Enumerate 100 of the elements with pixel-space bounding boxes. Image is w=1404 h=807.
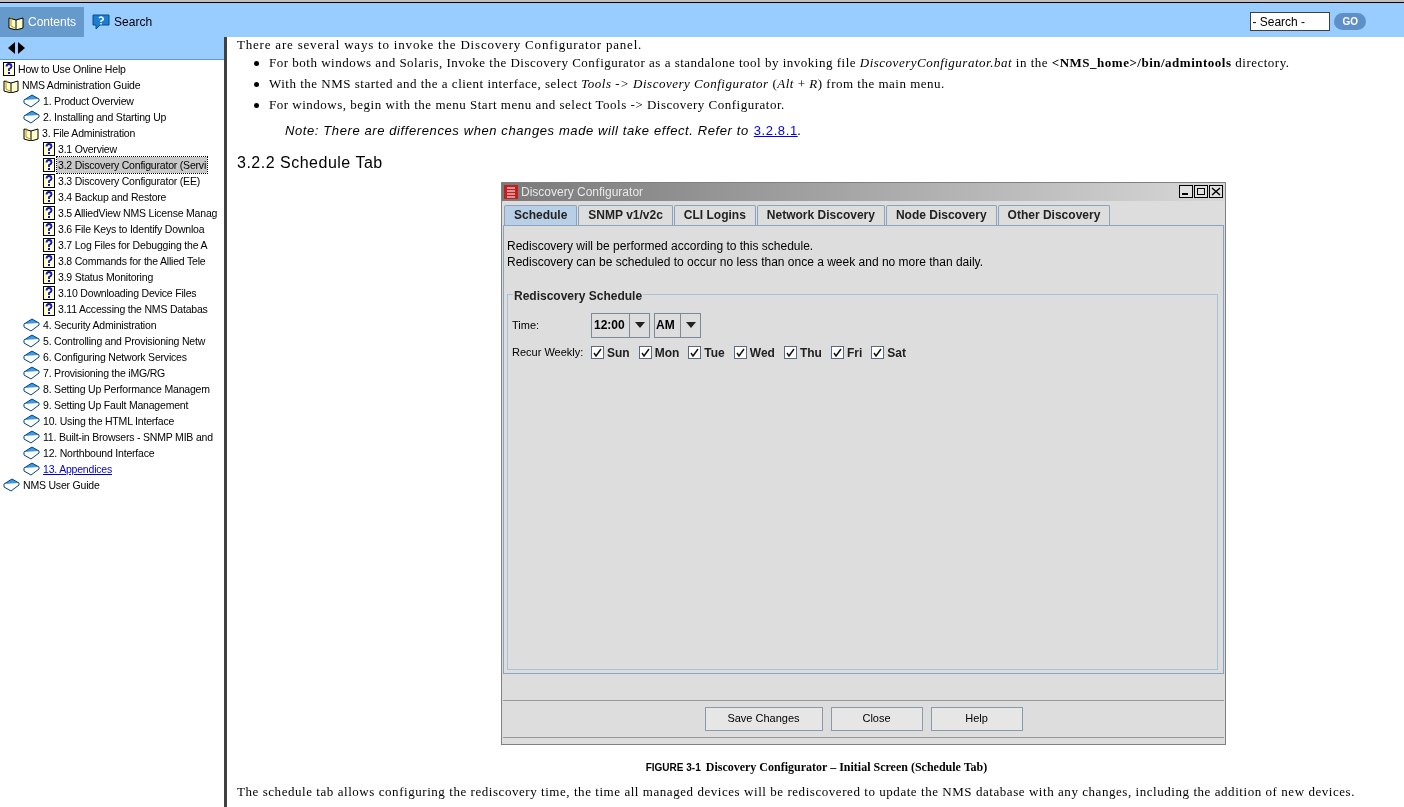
day-label: Tue [704,344,725,362]
tree-item[interactable]: How to Use Online Help [17,61,127,77]
tree-item[interactable]: 3.2 Discovery Configurator (Servi [57,157,208,173]
tree-item[interactable]: 8. Setting Up Performance Managem [42,381,211,397]
book-icon [23,350,40,364]
tree-item[interactable]: 3.6 File Keys to Identify Downloa [57,221,206,237]
tree-item[interactable]: 10. Using the HTML Interface [42,413,176,429]
figure-caption: Discovery Configurator – Initial Screen (Schedule Tab) [705,759,988,774]
tree-item[interactable]: 11. Built-in Browsers - SNMP MIB and [42,429,214,445]
help-page-icon [43,302,55,316]
tree-item[interactable]: 3.9 Status Monitoring [57,269,155,285]
ampm-dropdown[interactable]: AM [654,312,701,338]
description-text: Rediscovery can be scheduled to occur no less than once a week and no more than daily. [507,253,985,270]
day-checkbox[interactable] [638,346,652,359]
tree-item[interactable]: 6. Configuring Network Services [42,349,188,365]
dialog-tab[interactable]: Other Discovery [997,204,1111,225]
note-period: . [797,123,802,138]
book-icon [23,94,40,108]
tree-item[interactable]: 2. Installing and Starting Up [42,109,168,125]
day-label: Sat [887,344,906,362]
day-checkbox[interactable] [688,346,702,359]
day-label: Sun [607,344,630,362]
tree-item[interactable]: 3.3 Discovery Configurator (EE) [57,173,202,189]
book-icon [23,334,40,348]
book-icon [23,398,40,412]
section-link[interactable]: 3.2.8.1 [753,123,798,138]
bullet-icon [254,103,259,108]
day-checkbox[interactable] [871,346,885,359]
book-icon [23,382,40,396]
tree-item[interactable]: 12. Northbound Interface [42,445,156,461]
forward-arrow-icon[interactable] [18,42,25,54]
dialog-button[interactable]: Close [830,706,923,731]
day-label: Mon [654,344,680,362]
bullet-icon [254,61,259,66]
bullet-icon [254,82,259,87]
day-checkbox[interactable] [733,346,747,359]
tree-item[interactable]: 3.11 Accessing the NMS Databas [57,301,209,317]
help-page-icon [43,222,55,236]
check-icon [690,348,700,357]
tree-item[interactable]: 1. Product Overview [42,93,135,109]
check-icon [785,348,795,357]
tree-item[interactable]: 3.7 Log Files for Debugging the A [57,237,209,253]
dialog-tab[interactable]: Schedule [504,204,578,225]
help-page-icon [43,174,55,188]
tree-item[interactable]: 3.8 Commands for the Allied Tele [57,253,207,269]
tree-item[interactable]: 7. Provisioning the iMG/RG [42,365,166,381]
description-text: Rediscovery will be performed according to this schedule. [507,237,815,254]
tree-item[interactable]: 13. Appendices [42,461,113,477]
panel-tab[interactable]: Search [84,7,161,37]
dialog-tab[interactable]: Node Discovery [885,204,997,225]
time-dropdown[interactable]: 12:00 [591,312,650,338]
tree-item[interactable]: 3.1 Overview [57,141,118,157]
tree-item[interactable]: 3.5 AlliedView NMS License Manag [57,205,219,221]
tree-item[interactable]: 3.4 Backup and Restore [57,189,168,205]
dialog-button[interactable]: Help [930,706,1023,731]
check-icon [640,348,650,357]
book-icon [23,366,40,380]
open-book-icon [23,125,39,141]
day-label: Wed [749,344,775,362]
help-page-icon [43,190,55,204]
help-page-icon [43,206,55,220]
day-label: Fri [846,344,863,362]
book-icon [23,446,40,460]
caret-icon [685,322,696,328]
check-icon [593,348,602,357]
body-paragraph: The schedule tab allows configuring the rediscovery time, the time all managed devices will be rediscovered to update the NMS database with any changes, including the addition of new devices. [237,782,1356,801]
tree-item[interactable]: NMS Administration Guide [21,77,142,93]
search-field[interactable]: - Search - [1250,12,1331,31]
day-checkbox[interactable] [591,346,604,359]
intro-text: There are several ways to invoke the Discovery Configurator panel. [237,38,644,51]
back-arrow-icon[interactable] [8,42,15,54]
book-icon [3,478,20,492]
section-heading: 3.2.2 Schedule Tab [237,152,384,173]
tree-item[interactable]: NMS User Guide [22,477,101,493]
tree-item[interactable]: 3.10 Downloading Device Files [57,285,198,301]
book-icon [23,430,40,444]
dialog-tab[interactable]: Network Discovery [756,204,885,225]
book-icon [23,110,40,124]
close-icon[interactable] [1209,185,1223,198]
bullet-text: With the NMS started and the a client interface, select Tools -> Discovery Configurator (Alt + R) from the main menu. [269,75,945,92]
day-checkbox[interactable] [830,346,844,359]
dialog-button[interactable]: Save Changes [704,706,823,731]
maximize-icon[interactable] [1194,185,1208,198]
open-book-icon [8,14,24,30]
book-icon [23,414,40,428]
day-checkbox[interactable] [783,346,797,359]
tree-item[interactable]: 4. Security Administration [42,317,158,333]
app-icon [504,184,518,199]
minimize-icon[interactable] [1179,185,1193,198]
dialog-tab[interactable]: CLI Logins [673,204,756,225]
tree-item[interactable]: 3. File Administration [41,125,137,141]
dialog-tab[interactable]: SNMP v1/v2c [578,204,673,225]
help-page-icon [43,238,55,252]
tree-item[interactable]: 5. Controlling and Provisioning Netw [42,333,207,349]
note-text: Note: There are differences when changes made will take effect. Refer to [285,122,749,140]
figure-label: FIGURE 3-1 [645,761,701,773]
dialog-title: Discovery Configurator [521,183,644,201]
bullet-text: For both windows and Solaris, Invoke the Discovery Configurator as a standalone tool by invoking file DiscoveryConfigurator.bat in the <NMS_home>/bin/admintools directory. [269,54,1290,71]
help-page-icon [43,286,55,300]
tree-item[interactable]: 9. Setting Up Fault Management [42,397,190,413]
